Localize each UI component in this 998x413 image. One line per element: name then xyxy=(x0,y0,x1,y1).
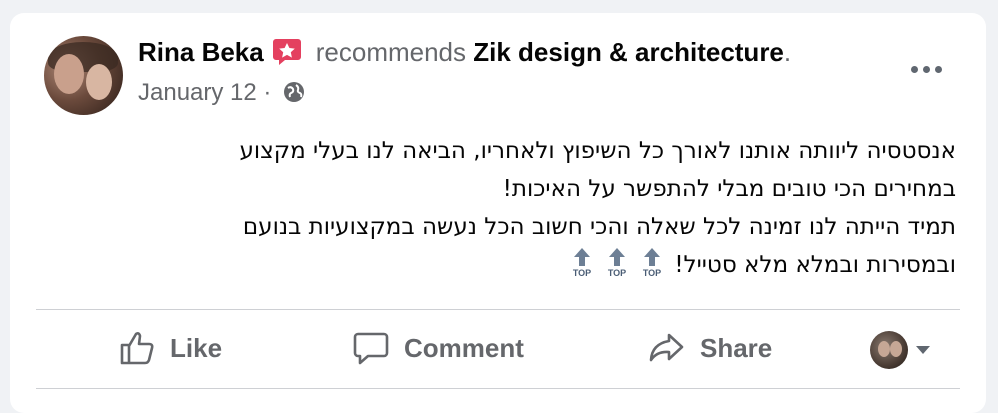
react-as-selector[interactable] xyxy=(870,331,930,369)
author-name[interactable]: Rina Beka xyxy=(138,37,264,67)
post-text-line: תמיד הייתה לנו זמינה לכל שאלה והכי חשוב … xyxy=(242,214,956,240)
top-arrow-icon: TOP xyxy=(637,246,667,278)
dot-icon xyxy=(922,65,930,73)
post-text: אנסטסיה ליוותה אותנו לאורך כל השיפוץ ולא… xyxy=(34,132,956,284)
more-options-button[interactable] xyxy=(906,57,946,81)
recommendation-star-icon xyxy=(272,36,302,66)
comment-label: Comment xyxy=(404,332,524,363)
svg-text:TOP: TOP xyxy=(643,268,661,278)
share-arrow-icon xyxy=(649,333,684,362)
svg-text:TOP: TOP xyxy=(608,268,626,278)
top-arrow-icon: TOP xyxy=(602,246,632,278)
svg-text:TOP: TOP xyxy=(573,268,591,278)
page-name-link[interactable]: Zik design & architecture xyxy=(473,37,784,67)
comment-bubble-icon xyxy=(353,332,389,365)
user-avatar xyxy=(870,331,908,369)
post-date[interactable]: January 12 · xyxy=(138,79,271,106)
author-avatar[interactable] xyxy=(44,36,123,115)
share-button[interactable]: Share xyxy=(648,326,772,370)
post-header: Rina Beka recommends Zik design & archite… xyxy=(138,35,791,69)
page-name-suffix: . xyxy=(783,37,792,67)
chevron-down-icon xyxy=(916,346,930,354)
post-meta: January 12 · xyxy=(138,77,306,109)
top-arrow-icon: TOP xyxy=(567,246,597,278)
globe-icon[interactable] xyxy=(282,80,306,104)
post-text-line: אנסטסיה ליוותה אותנו לאורך כל השיפוץ ולא… xyxy=(239,138,956,164)
post-text-line: ובמסירות ובמלא מלא סטייל! TOP TOP TOP xyxy=(34,246,956,284)
dot-icon xyxy=(934,65,942,73)
like-button[interactable]: Like xyxy=(118,326,222,370)
thumbs-up-icon xyxy=(120,332,154,365)
comment-button[interactable]: Comment xyxy=(352,326,524,370)
divider xyxy=(36,309,960,310)
share-label: Share xyxy=(700,332,773,363)
divider xyxy=(36,388,960,389)
dot-icon xyxy=(910,65,918,73)
action-verb: recommends xyxy=(315,37,467,67)
post-card: Rina Beka recommends Zik design & archite… xyxy=(10,13,986,413)
post-text-line: במחירים הכי טובים מבלי להתפשר על האיכות! xyxy=(502,176,956,202)
like-label: Like xyxy=(170,332,223,363)
